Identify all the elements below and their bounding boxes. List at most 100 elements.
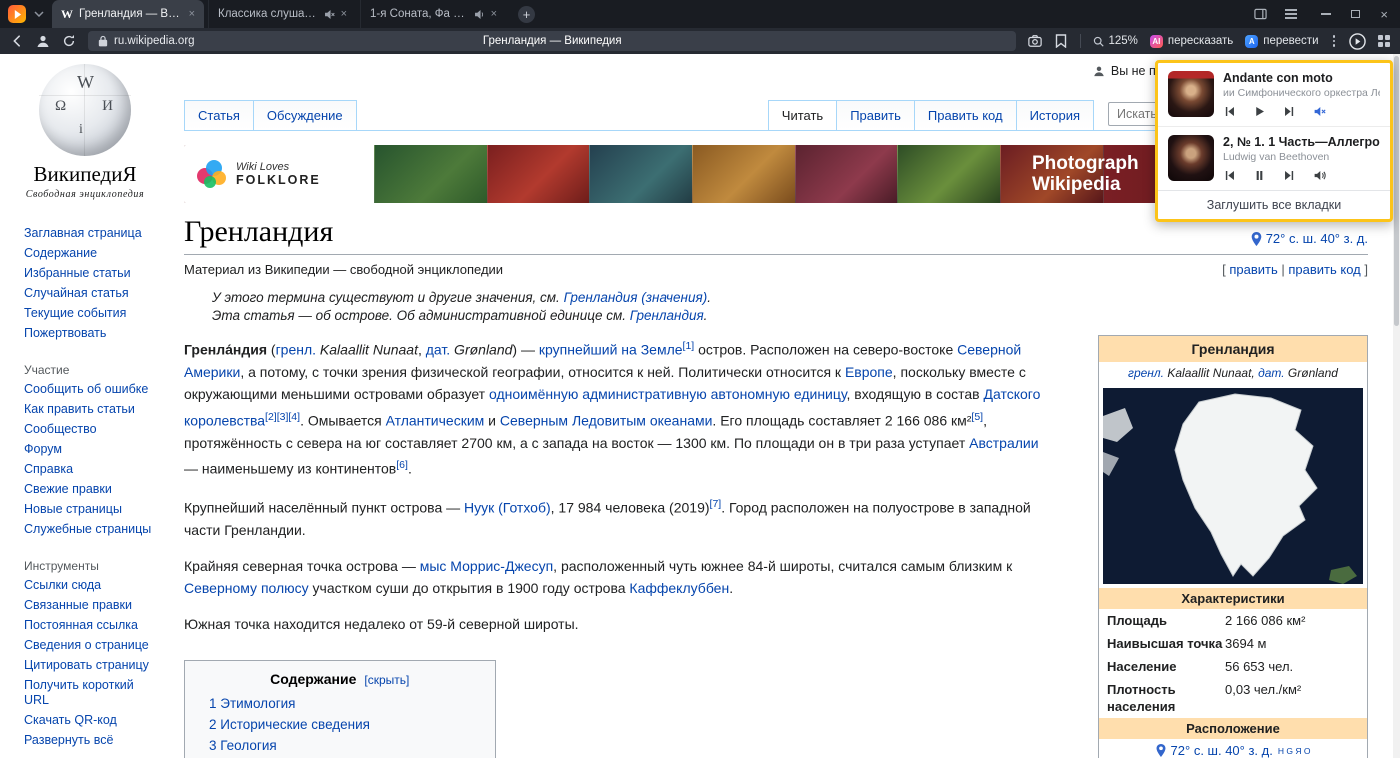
wiki-link[interactable]: одноимённую административную автономную …: [489, 386, 847, 402]
screenshot-icon[interactable]: [1028, 34, 1042, 48]
tab-list-chevron-icon[interactable]: [30, 11, 48, 17]
browser-logo-icon[interactable]: [8, 5, 26, 23]
banner-logo-line1: Wiki Loves: [236, 161, 321, 173]
wiki-link[interactable]: Австралии: [969, 435, 1038, 451]
next-track-icon[interactable]: [1283, 169, 1296, 182]
sidebar-link[interactable]: Заглавная страница: [24, 226, 162, 241]
bookmark-icon[interactable]: [1054, 34, 1068, 48]
sidebar-link[interactable]: Постоянная ссылка: [24, 618, 162, 633]
wiki-link[interactable]: гренл.: [276, 342, 316, 358]
sidebar-link[interactable]: Развернуть всё: [24, 733, 162, 748]
wiki-link[interactable]: дат.: [1258, 366, 1285, 380]
sidebar-link[interactable]: Цитировать страницу: [24, 658, 162, 673]
tab-close-icon[interactable]: ×: [189, 8, 195, 20]
wiki-link[interactable]: править: [1229, 262, 1277, 277]
tab-history[interactable]: История: [1017, 100, 1094, 130]
address-bar[interactable]: ru.wikipedia.org Гренландия — Википедия: [88, 31, 1016, 51]
toc-item[interactable]: 2 Исторические сведения: [209, 715, 471, 736]
pause-icon[interactable]: [1253, 169, 1266, 182]
sidebar-link[interactable]: Новые страницы: [24, 502, 162, 517]
reload-icon[interactable]: [62, 34, 76, 48]
browser-tab-music-site[interactable]: Классика слушать онлайн ×: [208, 0, 356, 28]
window-maximize-button[interactable]: [1351, 10, 1360, 18]
sidebar-link[interactable]: Связанные правки: [24, 598, 162, 613]
wiki-link[interactable]: Гренландия: [630, 308, 704, 323]
reference-link[interactable]: [1]: [683, 340, 695, 352]
wiki-link[interactable]: Европе: [845, 364, 893, 380]
menu-icon[interactable]: [1285, 9, 1297, 19]
speaker-icon[interactable]: [1313, 169, 1326, 182]
geo-coordinates-link[interactable]: 72° с. ш. 40° з. д.: [1251, 231, 1368, 246]
toc-hide-link[interactable]: [скрыть]: [364, 673, 409, 687]
tab-close-icon[interactable]: ×: [491, 8, 497, 20]
new-tab-button[interactable]: +: [518, 6, 535, 23]
sidebar-link[interactable]: Пожертвовать: [24, 326, 162, 341]
tab-edit-source[interactable]: Править код: [915, 100, 1017, 130]
wiki-link[interactable]: править код: [1288, 262, 1360, 277]
sidebar-link[interactable]: Свежие правки: [24, 482, 162, 497]
infobox-map[interactable]: [1099, 384, 1367, 588]
tab-discussion[interactable]: Обсуждение: [254, 100, 357, 130]
sidebar-link[interactable]: Служебные страницы: [24, 522, 162, 537]
wiki-link[interactable]: крупнейший на Земле: [539, 342, 683, 358]
window-minimize-button[interactable]: [1321, 13, 1331, 15]
wiki-link[interactable]: дат.: [426, 342, 450, 358]
previous-track-icon[interactable]: [1223, 169, 1236, 182]
sidebar-link[interactable]: Случайная статья: [24, 286, 162, 301]
next-track-icon[interactable]: [1283, 105, 1296, 118]
wiki-link[interactable]: Каффеклуббен: [629, 580, 729, 596]
tab-article[interactable]: Статья: [184, 100, 254, 130]
coordinate-service-links[interactable]: H G Я O: [1278, 746, 1311, 756]
sidebar-link[interactable]: Справка: [24, 462, 162, 477]
tab-edit[interactable]: Править: [837, 100, 915, 130]
toc-item[interactable]: 3 Геология: [209, 736, 471, 757]
sidebar-link[interactable]: Сведения о странице: [24, 638, 162, 653]
wiki-link[interactable]: Нуук (Готхоб): [464, 500, 551, 516]
zoom-control[interactable]: 125%: [1093, 35, 1137, 47]
page-scrollbar[interactable]: [1393, 54, 1400, 758]
retell-button[interactable]: AIпересказать: [1150, 35, 1233, 48]
wiki-link[interactable]: гренл.: [1128, 366, 1164, 380]
back-button[interactable]: [10, 34, 24, 48]
browser-tab-sonata[interactable]: 1-я Соната, Фа Мин... ×: [360, 0, 506, 28]
tab-audio-muted-icon[interactable]: [324, 9, 335, 20]
sidebar-link[interactable]: Скачать QR-код: [24, 713, 162, 728]
window-close-button[interactable]: ×: [1380, 8, 1388, 21]
previous-track-icon[interactable]: [1223, 105, 1236, 118]
wiki-link[interactable]: Гренландия (значения): [564, 290, 708, 305]
tab-close-icon[interactable]: ×: [341, 8, 347, 20]
sidebar-link[interactable]: Форум: [24, 442, 162, 457]
media-play-button[interactable]: [1349, 33, 1366, 50]
wiki-link[interactable]: мыс Моррис-Джесуп: [420, 558, 553, 574]
wiki-link[interactable]: Северному полюсу: [184, 580, 309, 596]
apps-grid-icon[interactable]: [1378, 35, 1390, 47]
sidebar-link[interactable]: Содержание: [24, 246, 162, 261]
mute-all-tabs-button[interactable]: Заглушить все вкладки: [1158, 190, 1390, 219]
tab-read[interactable]: Читать: [768, 100, 837, 130]
sidebar-link[interactable]: Получить короткий URL: [24, 678, 162, 708]
more-options-icon[interactable]: [1331, 35, 1338, 47]
sidebar-link[interactable]: Сообщить об ошибке: [24, 382, 162, 397]
wikipedia-logo[interactable]: W Ω И і ВикипедиЯ Свободная энциклопедия: [0, 64, 170, 200]
sidebar-link[interactable]: Текущие события: [24, 306, 162, 321]
reference-link[interactable]: [2][3][4]: [265, 411, 300, 423]
scrollbar-thumb[interactable]: [1394, 56, 1399, 326]
wiki-link[interactable]: Атлантическим: [386, 413, 485, 429]
reference-link[interactable]: [7]: [710, 498, 722, 510]
speaker-muted-icon[interactable]: [1313, 105, 1326, 118]
side-panel-icon[interactable]: [1254, 8, 1267, 20]
wiki-link[interactable]: Северным Ледовитым океанами: [500, 413, 713, 429]
tab-audio-playing-icon[interactable]: [474, 9, 485, 20]
sidebar-link[interactable]: Сообщество: [24, 422, 162, 437]
browser-tab-wikipedia[interactable]: W Гренландия — Вики... ×: [52, 0, 204, 28]
reference-link[interactable]: [5]: [971, 411, 983, 423]
sidebar-link[interactable]: Ссылки сюда: [24, 578, 162, 593]
toc-item[interactable]: 1 Этимология: [209, 694, 471, 715]
sidebar-link[interactable]: Как править статьи: [24, 402, 162, 417]
play-icon[interactable]: [1253, 105, 1266, 118]
translate-button[interactable]: Aперевести: [1245, 35, 1318, 48]
infobox-coordinates[interactable]: 72° с. ш. 40° з. д. H G Я O: [1099, 739, 1367, 758]
profile-icon[interactable]: [36, 34, 50, 48]
sidebar-link[interactable]: Избранные статьи: [24, 266, 162, 281]
reference-link[interactable]: [6]: [396, 459, 408, 471]
